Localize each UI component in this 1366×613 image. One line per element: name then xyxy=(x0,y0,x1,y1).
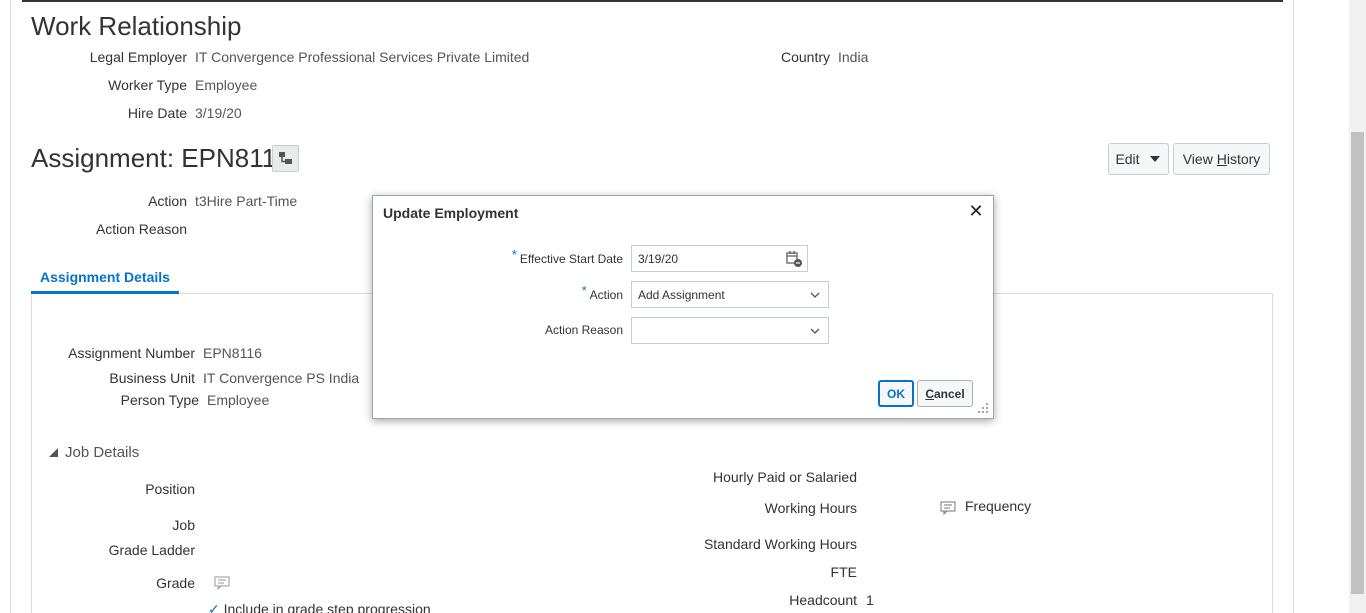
hire-date-label: Hire Date xyxy=(127,105,187,121)
view-history-label-pre: View xyxy=(1182,151,1217,167)
frequency-label: Frequency xyxy=(965,498,1032,514)
assignment-number-value: EPN8116 xyxy=(203,345,262,361)
required-marker: * xyxy=(511,247,517,262)
business-unit-label: Business Unit xyxy=(109,370,195,386)
hire-date-value: 3/19/20 xyxy=(195,105,242,121)
effective-start-date-value: 3/19/20 xyxy=(638,251,679,266)
page-scrollbar[interactable] xyxy=(1349,0,1366,613)
position-label: Position xyxy=(145,481,195,497)
job-details-title: Job Details xyxy=(65,444,140,461)
hierarchy-icon xyxy=(279,152,292,164)
include-grade-step-label: Include in grade step progression xyxy=(223,601,431,613)
dialog-title: Update Employment xyxy=(383,205,519,221)
required-marker: * xyxy=(581,283,587,298)
legal-employer-label: Legal Employer xyxy=(89,49,187,65)
resize-grip-icon[interactable] xyxy=(977,402,989,414)
job-details-toggle[interactable]: Job Details xyxy=(48,444,139,461)
job-label: Job xyxy=(172,517,195,533)
action-value: t3Hire Part-Time xyxy=(195,193,298,209)
action-select[interactable]: Add Assignment xyxy=(631,281,829,308)
grade-label: Grade xyxy=(156,575,195,591)
hourly-paid-label: Hourly Paid or Salaried xyxy=(713,469,857,485)
hierarchy-button[interactable] xyxy=(272,145,299,172)
dialog-action-reason-label: Action Reason xyxy=(544,323,623,337)
edit-label: Edit xyxy=(1115,151,1140,167)
grade-details-icon[interactable] xyxy=(214,576,230,590)
calendar-icon[interactable] xyxy=(785,250,803,268)
business-unit-value: IT Convergence PS India xyxy=(203,370,360,386)
action-select-value: Add Assignment xyxy=(638,287,725,302)
edit-button[interactable]: Edit xyxy=(1108,143,1169,175)
work-relationship-title: Work Relationship xyxy=(31,11,242,41)
update-employment-dialog: Update Employment ✕ * Effective Start Dat… xyxy=(372,195,994,419)
close-icon[interactable]: ✕ xyxy=(967,202,985,220)
chevron-down-icon xyxy=(810,292,820,298)
ok-button[interactable]: OK xyxy=(878,380,914,407)
action-reason-label: Action Reason xyxy=(95,221,187,237)
assignment-number-label: Assignment Number xyxy=(68,345,195,361)
country-value: India xyxy=(838,49,869,65)
effective-start-date-input[interactable]: 3/19/20 xyxy=(631,245,808,272)
caret-down-icon xyxy=(1149,156,1160,162)
include-grade-step-checkbox[interactable]: ✓ Include in grade step progression xyxy=(208,601,431,613)
collapse-triangle-icon xyxy=(49,447,58,457)
worker-type-label: Worker Type xyxy=(108,77,187,93)
standard-working-hours-label: Standard Working Hours xyxy=(703,536,857,552)
action-label: Action xyxy=(148,193,187,209)
frequency-details-icon[interactable] xyxy=(940,501,956,515)
cancel-button[interactable]: Cancel xyxy=(917,380,973,407)
grade-ladder-label: Grade Ladder xyxy=(108,542,195,558)
fte-label: FTE xyxy=(830,564,857,580)
action-reason-select[interactable] xyxy=(631,317,829,344)
chevron-down-icon xyxy=(810,328,820,334)
legal-employer-value: IT Convergence Professional Services Pri… xyxy=(195,49,530,65)
dialog-action-label-text: Action xyxy=(589,288,623,302)
person-type-value: Employee xyxy=(207,392,270,408)
dialog-action-label: * Action xyxy=(582,283,623,302)
check-icon: ✓ xyxy=(208,601,220,613)
effective-start-date-label: * Effective Start Date xyxy=(512,247,623,266)
working-hours-label: Working Hours xyxy=(764,500,857,516)
person-type-label: Person Type xyxy=(120,392,199,408)
worker-type-value: Employee xyxy=(195,77,258,93)
effective-start-date-label-text: Effective Start Date xyxy=(519,252,623,266)
cancel-label-rest: ancel xyxy=(933,386,965,401)
tab-assignment-details[interactable]: Assignment Details xyxy=(31,262,179,294)
cancel-accesskey: C xyxy=(925,386,934,401)
view-history-label-post: istory xyxy=(1226,151,1261,167)
headcount-value: 1 xyxy=(866,592,874,608)
top-divider xyxy=(22,0,1283,2)
headcount-label: Headcount xyxy=(789,592,857,608)
assignment-title: Assignment: EPN8116 xyxy=(31,143,291,173)
country-label: Country xyxy=(780,49,830,65)
view-history-accesskey: H xyxy=(1216,151,1227,167)
scrollbar-thumb[interactable] xyxy=(1351,132,1364,594)
view-history-button[interactable]: View History xyxy=(1173,143,1270,175)
